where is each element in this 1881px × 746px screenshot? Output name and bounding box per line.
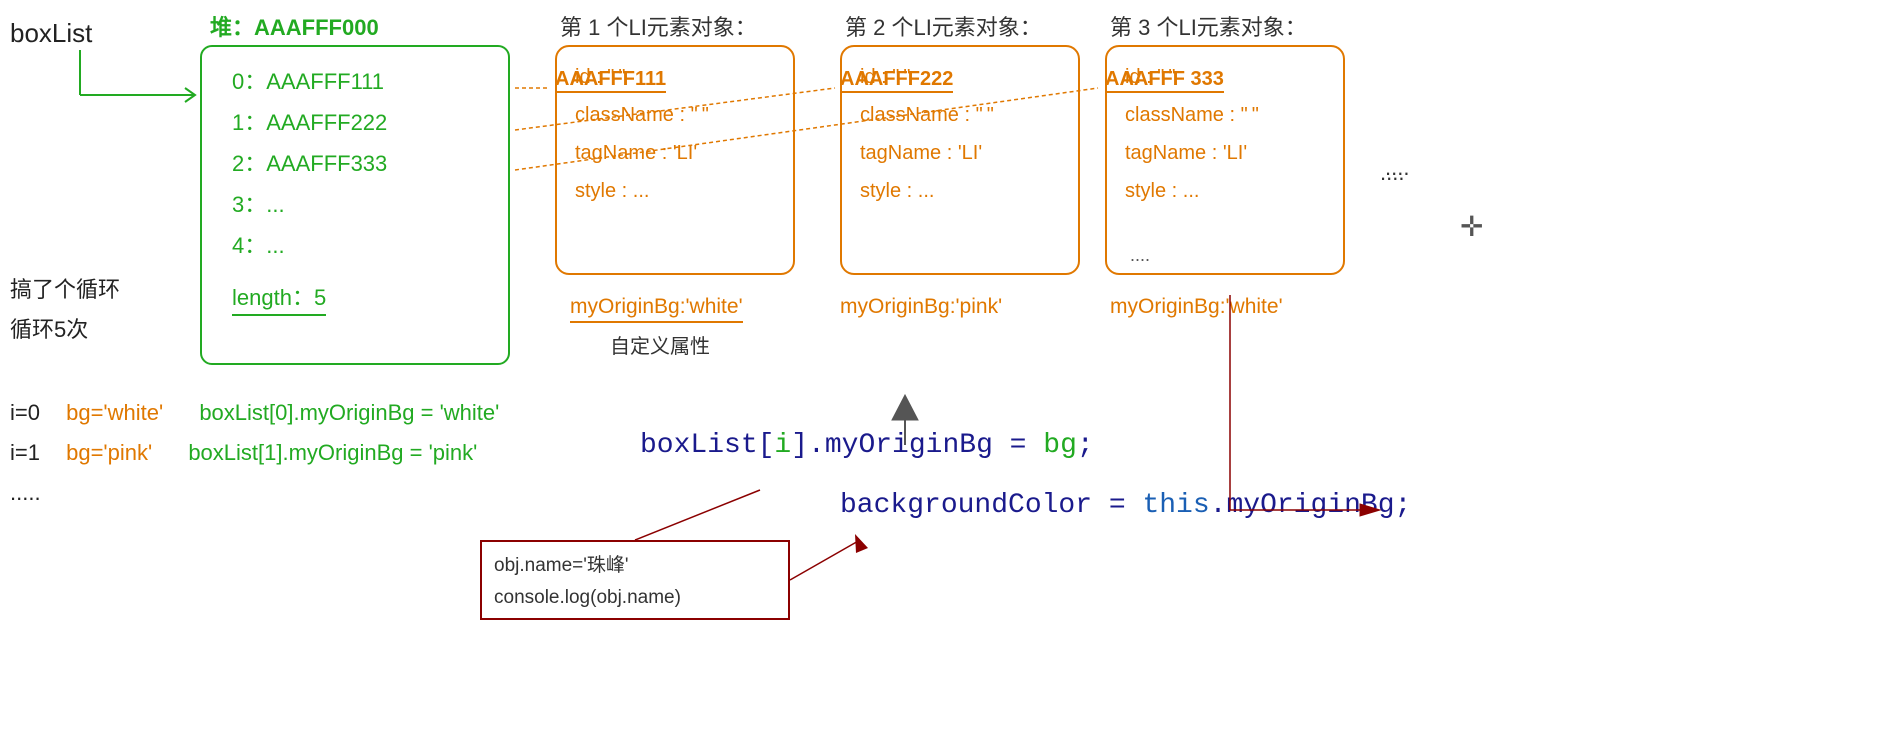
- big-code-semicolon1: ;: [1077, 430, 1094, 461]
- array-length: length：5: [232, 280, 326, 316]
- big-code-bg: bg: [1043, 430, 1077, 461]
- big-code-i: i: [774, 430, 791, 461]
- li2-prop-classname: className : " ": [860, 99, 1064, 131]
- array-item-0: 0：AAAFFF111: [232, 65, 490, 98]
- li3-custom-prop: myOriginBg:'white': [1110, 295, 1283, 319]
- code-assign-white: boxList[0].myOriginBg = 'white': [199, 400, 499, 425]
- code-bg-white: bg='white': [66, 400, 163, 425]
- code-line-0: i=0 bg='white' boxList[0].myOriginBg = '…: [10, 400, 499, 426]
- li2-custom-prop: myOriginBg:'pink': [840, 295, 1002, 319]
- dots-li3-more: ....: [1130, 245, 1150, 266]
- big-code-this: this: [1142, 490, 1209, 521]
- loop-line1: 搞了个循环: [10, 270, 120, 310]
- li1-prop-id: id : " ": [575, 61, 779, 93]
- li2-box: id : " " className : " " tagName : 'LI' …: [840, 45, 1080, 275]
- loop-text: 搞了个循环 循环5次: [10, 270, 120, 349]
- big-code-1: boxList[i].myOriginBg = bg;: [640, 430, 1094, 461]
- li3-prop-tagname: tagName : 'LI': [1125, 137, 1329, 169]
- stack-label: 堆：AAAFFF000: [210, 10, 379, 42]
- li2-group-label: 第 2 个LI元素对象：: [845, 10, 1042, 42]
- array-item-2: 2：AAAFFF333: [232, 147, 490, 180]
- crosshair-icon: ✛: [1460, 210, 1483, 243]
- loop-line2: 循环5次: [10, 310, 120, 350]
- li1-prop-tagname: tagName : 'LI': [575, 137, 779, 169]
- li1-box: id : " " className : " " tagName : 'LI' …: [555, 45, 795, 275]
- li1-group-label: 第 1 个LI元素对象：: [560, 10, 757, 42]
- li1-prop-style: style : ...: [575, 175, 779, 207]
- li2-prop-tagname: tagName : 'LI': [860, 137, 1064, 169]
- code-section: i=0 bg='white' boxList[0].myOriginBg = '…: [10, 400, 499, 520]
- li3-group-label: 第 3 个LI元素对象：: [1110, 10, 1307, 42]
- li3-box: id : " " className : " " tagName : 'LI' …: [1105, 45, 1345, 275]
- li2-prop-id: id : " ": [860, 61, 1064, 93]
- big-code-bg-prefix: backgroundColor =: [840, 490, 1142, 521]
- array-box: 0：AAAFFF111 1：AAAFFF222 2：AAAFFF333 3：..…: [200, 45, 510, 365]
- array-item-1: 1：AAAFFF222: [232, 106, 490, 139]
- li3-prop-style: style : ...: [1125, 175, 1329, 207]
- dots-ellipsis: ....: [1385, 155, 1409, 181]
- li3-prop-classname: className : " ": [1125, 99, 1329, 131]
- obj-box: obj.name='珠峰' console.log(obj.name): [480, 540, 790, 620]
- obj-console-log: console.log(obj.name): [494, 582, 776, 614]
- custom-attr-label: 自定义属性: [610, 330, 710, 359]
- code-line-1: i=1 bg='pink' boxList[1].myOriginBg = 'p…: [10, 440, 499, 466]
- code-dots: .....: [10, 480, 41, 505]
- array-item-3: 3：...: [232, 188, 490, 221]
- boxlist-label: boxList: [10, 18, 92, 49]
- code-i1: i=1: [10, 440, 40, 465]
- obj-name-assign: obj.name='珠峰': [494, 550, 776, 582]
- array-item-4: 4：...: [232, 229, 490, 262]
- code-line-dots: .....: [10, 480, 499, 506]
- li2-prop-style: style : ...: [860, 175, 1064, 207]
- code-i0: i=0: [10, 400, 40, 425]
- big-code-boxlist: boxList[: [640, 430, 774, 461]
- big-code-myoriginbg: ].myOriginBg =: [791, 430, 1043, 461]
- code-bg-pink: bg='pink': [66, 440, 152, 465]
- li1-prop-classname: className : " ": [575, 99, 779, 131]
- big-code-2: backgroundColor = this.myOriginBg;: [840, 490, 1411, 521]
- big-code-myoriginbg2: .myOriginBg;: [1210, 490, 1412, 521]
- code-assign-pink: boxList[1].myOriginBg = 'pink': [188, 440, 477, 465]
- li3-prop-id: id : " ": [1125, 61, 1329, 93]
- li1-custom-prop: myOriginBg:'white': [570, 295, 743, 323]
